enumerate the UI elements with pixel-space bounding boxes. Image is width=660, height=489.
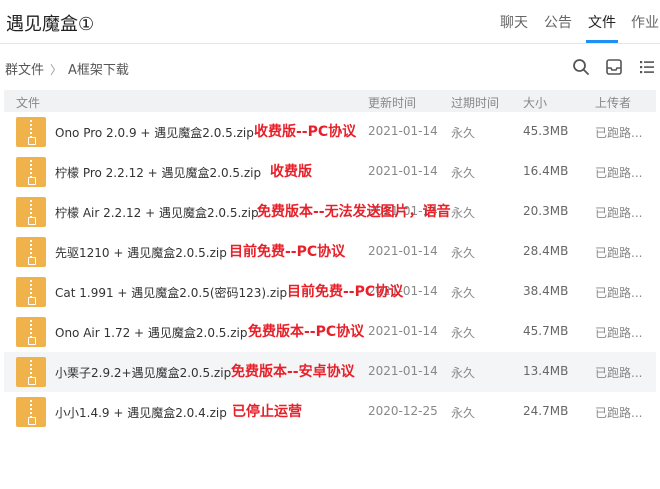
breadcrumb: 群文件〉 A框架下载: [5, 59, 129, 78]
column-header-size[interactable]: 大小: [523, 94, 547, 111]
file-name[interactable]: 小小1.4.9 + 遇见魔盒2.0.4.zip: [55, 404, 227, 421]
column-header-updated[interactable]: 更新时间: [368, 94, 416, 111]
zip-file-icon: [16, 197, 46, 227]
header-bar: 遇见魔盒① 聊天 公告 文件 作业: [0, 0, 660, 44]
chevron-right-icon: 〉: [50, 63, 63, 77]
column-header-uploader[interactable]: 上传者: [595, 94, 631, 111]
expiry-time: 永久: [451, 126, 476, 140]
zip-file-icon: [16, 157, 46, 187]
zip-file-icon: [16, 117, 46, 147]
table-header: 文件 更新时间 过期时间 大小 上传者: [4, 90, 656, 112]
breadcrumb-root[interactable]: 群文件: [5, 63, 44, 78]
tab-homework[interactable]: 作业: [631, 12, 659, 32]
file-size: 13.4MB: [523, 364, 569, 378]
red-annotation: 目前免费--PC协议: [287, 284, 404, 300]
inbox-icon[interactable]: [605, 58, 623, 76]
file-name[interactable]: 小栗子2.9.2+遇见魔盒2.0.5.zip: [55, 364, 231, 381]
expiry-time: 永久: [451, 166, 476, 180]
list-view-icon[interactable]: [638, 58, 656, 76]
red-annotation: 收费版: [270, 164, 312, 180]
table-row[interactable]: 先驱1210 + 遇见魔盒2.0.5.zip 2021-01-14 永久 28.…: [4, 232, 656, 272]
zip-file-icon: [16, 397, 46, 427]
file-size: 16.4MB: [523, 164, 569, 178]
file-size: 20.3MB: [523, 204, 569, 218]
uploader: 已跑路...: [595, 206, 643, 220]
uploader: 已跑路...: [595, 246, 643, 260]
red-annotation: 收费版--PC协议: [254, 124, 357, 140]
uploader: 已跑路...: [595, 366, 643, 380]
updated-time: 2020-12-25: [368, 404, 438, 418]
file-size: 45.7MB: [523, 324, 569, 338]
uploader: 已跑路...: [595, 406, 643, 420]
file-size: 45.3MB: [523, 124, 569, 138]
file-size: 38.4MB: [523, 284, 569, 298]
file-name[interactable]: 先驱1210 + 遇见魔盒2.0.5.zip: [55, 244, 227, 261]
breadcrumb-current-folder: A框架下载: [68, 63, 129, 78]
updated-time: 2021-01-14: [368, 164, 438, 178]
file-name[interactable]: 柠檬 Pro 2.2.12 + 遇见魔盒2.0.5.zip: [55, 164, 261, 181]
updated-time: 2021-01-14: [368, 324, 438, 338]
uploader: 已跑路...: [595, 326, 643, 340]
red-annotation: 免费版本--安卓协议: [231, 364, 355, 380]
updated-time: 2021-01-14: [368, 364, 438, 378]
column-header-name[interactable]: 文件: [16, 94, 40, 111]
tab-announcement[interactable]: 公告: [544, 12, 572, 32]
tab-chat[interactable]: 聊天: [500, 12, 528, 32]
column-header-expiry[interactable]: 过期时间: [451, 94, 499, 111]
table-row[interactable]: Cat 1.991 + 遇见魔盒2.0.5(密码123).zip 2021-01…: [4, 272, 656, 312]
table-row[interactable]: 柠檬 Pro 2.2.12 + 遇见魔盒2.0.5.zip 2021-01-14…: [4, 152, 656, 192]
table-row[interactable]: Ono Air 1.72 + 遇见魔盒2.0.5.zip 2021-01-14 …: [4, 312, 656, 352]
table-row[interactable]: Ono Pro 2.0.9 + 遇见魔盒2.0.5.zip 2021-01-14…: [4, 112, 656, 152]
red-annotation: 目前免费--PC协议: [229, 244, 346, 260]
file-name[interactable]: Ono Air 1.72 + 遇见魔盒2.0.5.zip: [55, 324, 248, 341]
zip-file-icon: [16, 357, 46, 387]
file-name[interactable]: Cat 1.991 + 遇见魔盒2.0.5(密码123).zip: [55, 284, 287, 301]
file-name[interactable]: Ono Pro 2.0.9 + 遇见魔盒2.0.5.zip: [55, 124, 254, 141]
file-name[interactable]: 柠檬 Air 2.2.12 + 遇见魔盒2.0.5.zip: [55, 204, 259, 221]
expiry-time: 永久: [451, 206, 476, 220]
uploader: 已跑路...: [595, 126, 643, 140]
uploader: 已跑路...: [595, 166, 643, 180]
active-tab-indicator: [586, 40, 618, 43]
zip-file-icon: [16, 237, 46, 267]
table-row[interactable]: 小小1.4.9 + 遇见魔盒2.0.4.zip 2020-12-25 永久 24…: [4, 392, 656, 432]
uploader: 已跑路...: [595, 286, 643, 300]
group-title: 遇见魔盒①: [6, 14, 95, 35]
table-row[interactable]: 小栗子2.9.2+遇见魔盒2.0.5.zip 2021-01-14 永久 13.…: [4, 352, 656, 392]
expiry-time: 永久: [451, 326, 476, 340]
search-icon[interactable]: [572, 58, 590, 76]
expiry-time: 永久: [451, 246, 476, 260]
updated-time: 2021-01-14: [368, 244, 438, 258]
expiry-time: 永久: [451, 406, 476, 420]
updated-time: 2021-01-14: [368, 124, 438, 138]
red-annotation: 已停止运营: [232, 404, 302, 420]
red-annotation: 免费版本--PC协议: [248, 324, 365, 340]
expiry-time: 永久: [451, 366, 476, 380]
file-size: 28.4MB: [523, 244, 569, 258]
red-annotation: 免费版本--无法发送图片，语音: [257, 204, 451, 220]
expiry-time: 永久: [451, 286, 476, 300]
zip-file-icon: [16, 277, 46, 307]
file-size: 24.7MB: [523, 404, 569, 418]
tab-files[interactable]: 文件: [588, 12, 616, 32]
zip-file-icon: [16, 317, 46, 347]
table-row[interactable]: 柠檬 Air 2.2.12 + 遇见魔盒2.0.5.zip 2021-01-14…: [4, 192, 656, 232]
